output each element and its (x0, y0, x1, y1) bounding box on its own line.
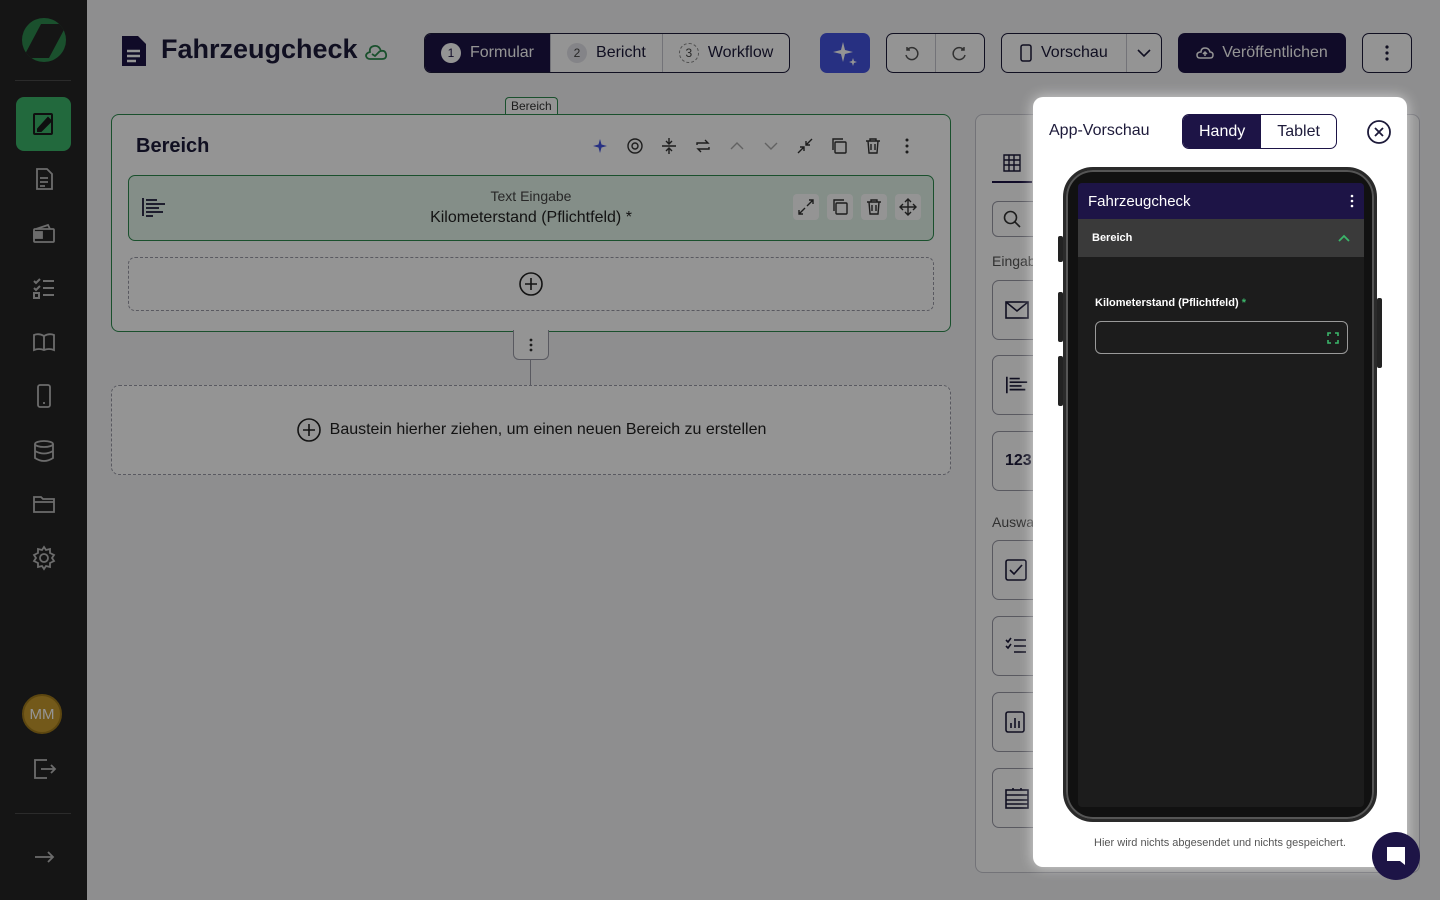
mobile-field-label: Kilometerstand (Pflichtfeld) * (1095, 297, 1246, 309)
phone-side-button (1058, 292, 1063, 342)
chevron-up-icon (1338, 234, 1350, 242)
mobile-text-input[interactable] (1095, 321, 1348, 354)
chat-icon (1387, 847, 1405, 865)
preview-disclaimer: Hier wird nichts abgesendet und nichts g… (1094, 837, 1346, 849)
phone-side-button (1058, 356, 1063, 406)
phone-side-button (1058, 236, 1063, 262)
mobile-section-header[interactable]: Bereich (1078, 219, 1364, 257)
mobile-field-label-text: Kilometerstand (Pflichtfeld) (1095, 297, 1239, 309)
app-preview-panel: App-Vorschau Handy Tablet Fahrzeugcheck … (1033, 97, 1407, 867)
kebab-menu-icon[interactable] (1350, 194, 1354, 208)
preview-title: App-Vorschau (1049, 122, 1150, 139)
scan-icon[interactable] (1327, 332, 1339, 344)
required-marker: * (1241, 297, 1246, 309)
mobile-app-title: Fahrzeugcheck (1088, 192, 1191, 210)
support-chat-button[interactable] (1372, 832, 1420, 880)
phone-side-button (1377, 298, 1382, 368)
device-toggle: Handy Tablet (1182, 114, 1337, 149)
mobile-section-title: Bereich (1092, 232, 1133, 244)
device-option-tablet[interactable]: Tablet (1261, 115, 1336, 148)
mobile-app-bar: Fahrzeugcheck (1078, 183, 1364, 219)
device-option-handy[interactable]: Handy (1183, 115, 1262, 148)
close-icon[interactable] (1366, 119, 1392, 145)
phone-screen: Fahrzeugcheck Bereich Kilometerstand (Pf… (1078, 183, 1364, 807)
phone-frame: Fahrzeugcheck Bereich Kilometerstand (Pf… (1058, 167, 1382, 822)
